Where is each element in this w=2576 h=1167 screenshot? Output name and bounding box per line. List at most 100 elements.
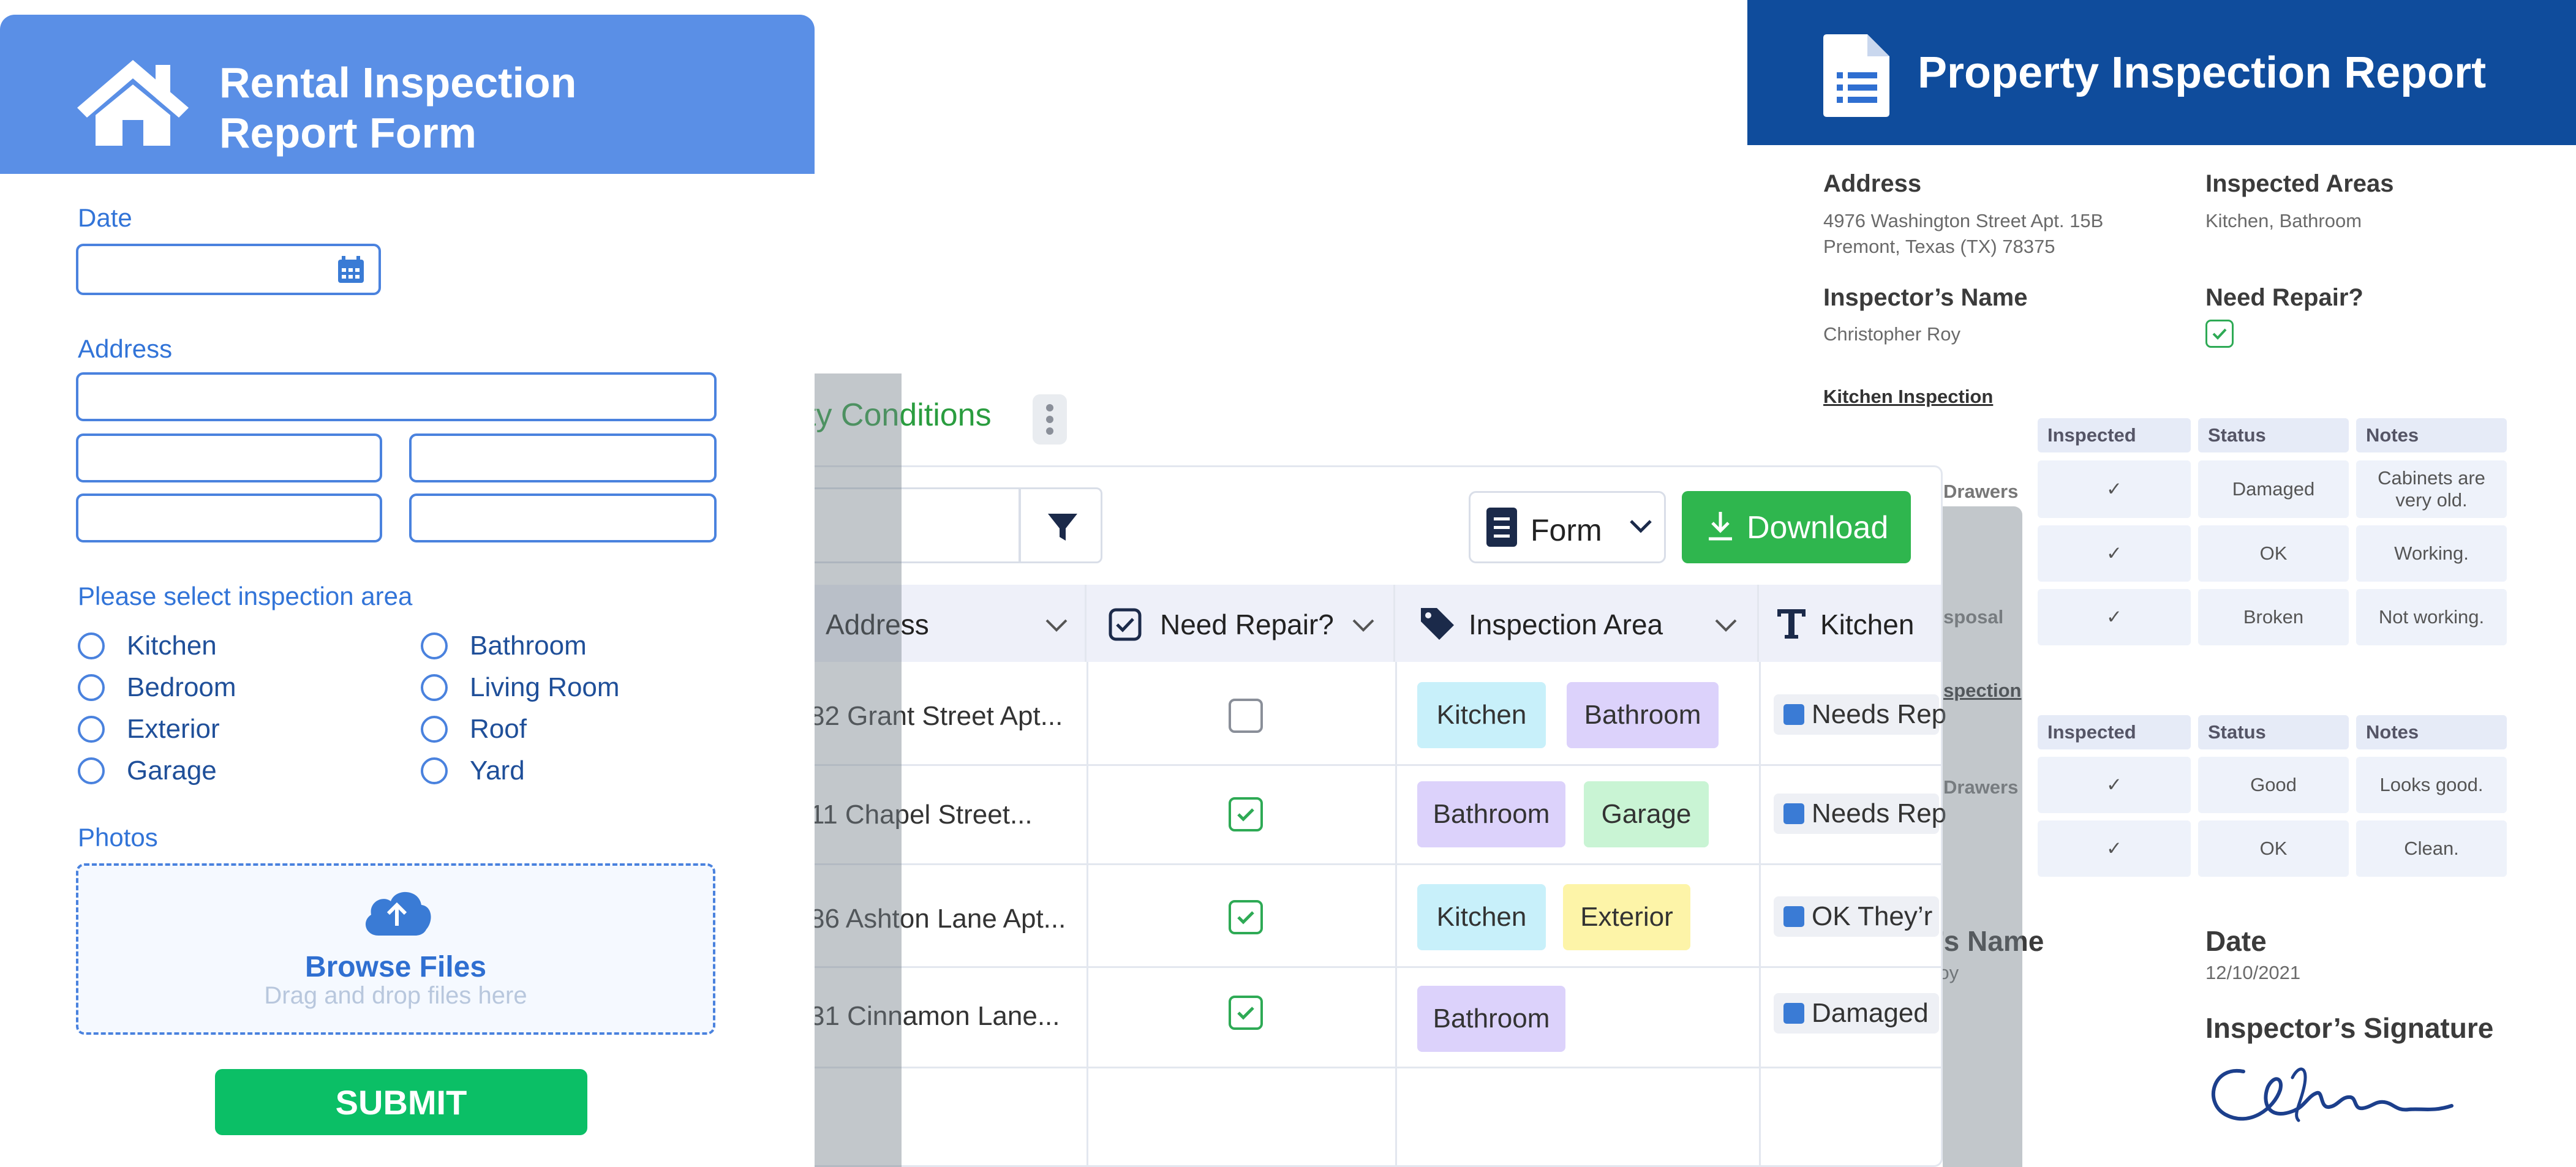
- th-notes: Notes: [2356, 418, 2507, 452]
- form-title-line: Rental Inspection: [219, 59, 577, 107]
- check-icon: [1237, 1007, 1254, 1020]
- address-line1-input[interactable]: [76, 372, 717, 421]
- option-living-room[interactable]: Living Room: [421, 672, 620, 703]
- option-label: Roof: [470, 714, 527, 744]
- column-header-need-repair[interactable]: Need Repair?: [1087, 585, 1395, 662]
- need-repair-checkbox[interactable]: [1229, 797, 1263, 831]
- radio-button[interactable]: [78, 632, 105, 659]
- inspector-name-label: Inspector’s Name: [1823, 284, 2028, 311]
- cloud-upload-icon: [365, 891, 431, 936]
- column-divider: [1395, 662, 1397, 1167]
- address-line-2: Premont, Texas (TX) 78375: [1823, 236, 2055, 257]
- chevron-down-icon: [1352, 619, 1374, 632]
- option-yard[interactable]: Yard: [421, 756, 525, 786]
- tag-icon: [1421, 608, 1454, 640]
- kitchen-cell[interactable]: Needs Rep: [1774, 694, 1946, 735]
- option-exterior[interactable]: Exterior: [78, 714, 220, 745]
- need-repair-checkbox[interactable]: [1229, 699, 1263, 733]
- th-inspected: Inspected: [2038, 715, 2191, 749]
- state-input[interactable]: [409, 433, 717, 482]
- inspected-areas-label: Inspected Areas: [2205, 170, 2394, 197]
- signature-label: Inspector’s Signature: [2205, 1012, 2494, 1044]
- radio-button[interactable]: [421, 716, 448, 743]
- th-status: Status: [2198, 418, 2349, 452]
- radio-button[interactable]: [421, 674, 448, 701]
- calendar-icon: [338, 256, 364, 283]
- file-dropzone[interactable]: Browse Files Drag and drop files here: [76, 863, 715, 1035]
- row-divider: [761, 966, 1941, 968]
- cell-notes: Working.: [2356, 525, 2507, 582]
- zip-input[interactable]: [76, 493, 382, 542]
- text-type-icon: [1777, 609, 1806, 639]
- th-status: Status: [2198, 715, 2349, 749]
- option-bathroom[interactable]: Bathroom: [421, 631, 587, 661]
- browse-files-link[interactable]: Browse Files: [78, 950, 713, 984]
- kitchen-cell[interactable]: Damaged: [1774, 993, 1939, 1034]
- date-value: 12/10/2021: [2205, 962, 2301, 983]
- cell-status: OK: [2198, 820, 2349, 877]
- radio-button[interactable]: [78, 757, 105, 784]
- checked-box-icon: [1783, 704, 1804, 725]
- column-header-kitchen[interactable]: Kitchen: [1759, 585, 1941, 662]
- option-label: Living Room: [470, 672, 620, 702]
- checkbox-icon: [1109, 608, 1142, 641]
- country-input[interactable]: [409, 493, 717, 542]
- column-header-label: Kitchen: [1820, 609, 1915, 640]
- radio-button[interactable]: [78, 716, 105, 743]
- download-label: Download: [1747, 510, 1889, 546]
- cell-notes: Looks good.: [2356, 757, 2507, 813]
- checked-box-icon: [1783, 906, 1804, 927]
- option-roof[interactable]: Roof: [421, 714, 527, 745]
- area-tag: Bathroom: [1417, 781, 1565, 847]
- chevron-down-icon: [1630, 520, 1652, 533]
- download-icon: [1709, 512, 1732, 541]
- form-view-label: Form: [1531, 513, 1602, 547]
- need-repair-checkbox[interactable]: [1229, 996, 1263, 1030]
- column-header-inspection-area[interactable]: Inspection Area: [1395, 585, 1759, 662]
- option-label: Yard: [470, 756, 525, 786]
- submit-button[interactable]: SUBMIT: [215, 1069, 587, 1135]
- need-repair-checkbox[interactable]: [1229, 900, 1263, 934]
- area-tag: Garage: [1584, 781, 1709, 847]
- radio-button[interactable]: [78, 674, 105, 701]
- more-options-button[interactable]: [1033, 394, 1067, 445]
- cell-inspected: ✓: [2038, 460, 2191, 518]
- cell-inspected: ✓: [2038, 525, 2191, 582]
- area-tag: Kitchen: [1417, 682, 1546, 748]
- document-icon: [1823, 34, 1889, 117]
- kitchen-cell[interactable]: Needs Rep: [1774, 794, 1946, 834]
- house-icon: [77, 60, 189, 146]
- address-label: Address: [1823, 170, 1922, 197]
- checked-box-icon: [1783, 1003, 1804, 1024]
- area-tag: Exterior: [1563, 884, 1690, 950]
- option-garage[interactable]: Garage: [78, 756, 217, 786]
- download-button[interactable]: Download: [1682, 491, 1911, 563]
- report-header: Property Inspection Report: [1747, 0, 2576, 145]
- kitchen-inspection-heading: Kitchen Inspection: [1823, 386, 1994, 407]
- cell-notes: Cabinets are very old.: [2356, 460, 2507, 518]
- kitchen-cell[interactable]: OK They’r: [1774, 896, 1939, 937]
- option-kitchen[interactable]: Kitchen: [78, 631, 217, 661]
- radio-button[interactable]: [421, 632, 448, 659]
- form-icon: [1486, 508, 1517, 547]
- check-icon: [1237, 808, 1254, 822]
- row-label: Drawers: [1943, 481, 2019, 502]
- checked-box-icon: [1783, 803, 1804, 824]
- area-tag: Bathroom: [1567, 682, 1719, 748]
- city-input[interactable]: [76, 433, 382, 482]
- radio-button[interactable]: [421, 757, 448, 784]
- option-label: Bathroom: [470, 631, 587, 661]
- form-title: Rental Inspection Report Form: [219, 58, 576, 158]
- kitchen-cell-text: Damaged: [1812, 998, 1929, 1028]
- option-bedroom[interactable]: Bedroom: [78, 672, 236, 703]
- option-label: Exterior: [127, 714, 220, 744]
- option-label: Bedroom: [127, 672, 236, 702]
- date-label: Date: [78, 203, 132, 232]
- form-view-dropdown[interactable]: Form: [1469, 491, 1666, 563]
- row-divider: [761, 1067, 1941, 1068]
- column-header-label: Inspection Area: [1469, 609, 1663, 640]
- date-input[interactable]: [76, 244, 381, 295]
- filter-button[interactable]: [1019, 487, 1102, 563]
- cell-status: Broken: [2198, 589, 2349, 645]
- cell-inspected: ✓: [2038, 820, 2191, 877]
